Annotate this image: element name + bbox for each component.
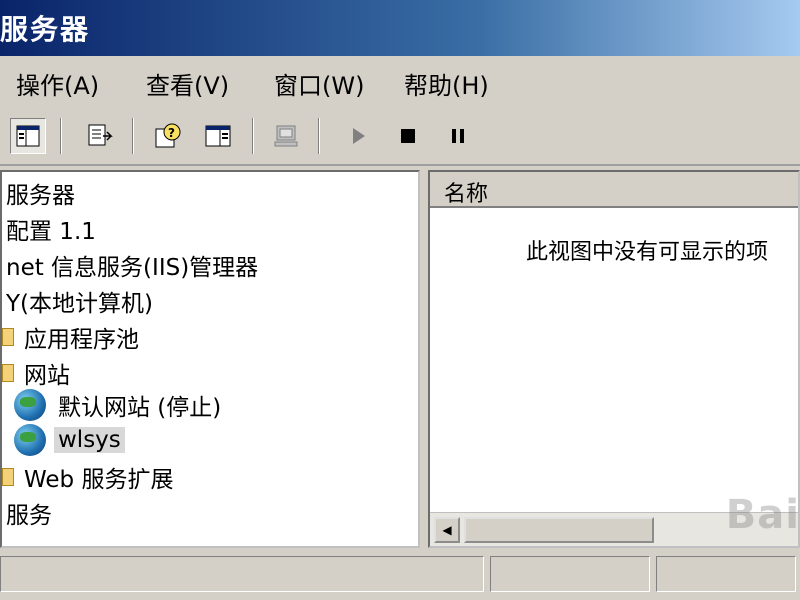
tree-item-label: Web 服务扩展 <box>24 467 174 493</box>
tree-item-label: 网站 <box>24 363 70 389</box>
tree-item-iis-manager[interactable]: net 信息服务(IIS)管理器 <box>2 248 262 282</box>
pause-icon <box>452 129 464 143</box>
start-button[interactable] <box>340 118 376 154</box>
tree-item-label: 应用程序池 <box>24 327 139 353</box>
help-button[interactable]: ? <box>150 118 186 154</box>
tree-item-label: wlsys <box>54 427 125 453</box>
toolbar-separator <box>60 118 62 154</box>
tree-item-label: 默认网站 (停止) <box>58 395 222 421</box>
help-icon: ? <box>155 123 181 148</box>
connect-computer-button[interactable] <box>268 118 304 154</box>
scroll-left-button[interactable]: ◀ <box>434 517 460 543</box>
tree-item-label: 配置 1.1 <box>6 219 96 245</box>
tree-item-label: Y(本地计算机) <box>6 291 153 317</box>
tree-item-label: 服务 <box>6 503 52 529</box>
svg-text:?: ? <box>168 126 175 140</box>
empty-view-message: 此视图中没有可显示的项 <box>526 240 769 265</box>
stop-icon <box>401 129 415 143</box>
menu-window[interactable]: 窗口(W) <box>274 66 364 101</box>
title-bar: 服务器 <box>0 0 800 56</box>
tree-item-websites[interactable]: 网站 <box>2 356 74 390</box>
website-globe-icon <box>14 424 46 456</box>
tree-item-local-computer[interactable]: Y(本地计算机) <box>2 284 157 318</box>
tree-item-server[interactable]: 服务器 <box>2 176 79 210</box>
column-header-label: 名称 <box>444 182 489 207</box>
status-bar <box>0 552 800 600</box>
folder-icon <box>2 364 14 382</box>
tree-item-app-pools[interactable]: 应用程序池 <box>2 320 143 354</box>
tree-pane[interactable]: 服务器 配置 1.1 net 信息服务(IIS)管理器 Y(本地计算机) 应用程… <box>0 170 420 548</box>
toolbar: ? <box>0 108 800 166</box>
column-header-name[interactable]: 名称 <box>430 172 798 208</box>
toolbar-separator <box>252 118 254 154</box>
export-list-button[interactable] <box>82 118 118 154</box>
show-hide-tree-icon <box>16 125 40 147</box>
tree-item-services[interactable]: 服务 <box>2 496 56 530</box>
left-arrow-icon: ◀ <box>442 523 452 537</box>
website-globe-icon <box>14 389 46 421</box>
folder-icon <box>2 468 14 486</box>
status-pane <box>490 556 650 592</box>
scroll-thumb[interactable] <box>464 517 654 543</box>
toolbar-separator <box>132 118 134 154</box>
status-pane <box>0 556 484 592</box>
status-pane <box>656 556 796 592</box>
properties-pane-button[interactable] <box>200 118 236 154</box>
tree-item-label: net 信息服务(IIS)管理器 <box>6 255 259 281</box>
show-hide-tree-button[interactable] <box>10 118 46 154</box>
computer-icon <box>274 125 298 147</box>
menu-view[interactable]: 查看(V) <box>146 66 229 101</box>
tree-item-config[interactable]: 配置 1.1 <box>2 212 100 246</box>
watermark: Bai <box>725 492 800 538</box>
tree-item-label: 服务器 <box>6 183 75 209</box>
stop-button[interactable] <box>390 118 426 154</box>
play-icon <box>353 128 365 144</box>
pause-button[interactable] <box>440 118 476 154</box>
properties-pane-icon <box>205 125 231 147</box>
menu-help[interactable]: 帮助(H) <box>404 66 489 101</box>
menu-bar: 操作(A) 查看(V) 窗口(W) 帮助(H) <box>0 56 800 109</box>
folder-icon <box>2 328 14 346</box>
tree-item-default-site[interactable]: 默认网站 (停止) <box>14 388 225 422</box>
tree-item-wlsys[interactable]: wlsys <box>14 424 125 456</box>
tree-item-web-service-ext[interactable]: Web 服务扩展 <box>2 460 177 494</box>
menu-action[interactable]: 操作(A) <box>16 66 99 101</box>
window-title: 服务器 <box>0 13 91 46</box>
export-list-icon <box>88 124 113 146</box>
toolbar-separator <box>318 118 320 154</box>
